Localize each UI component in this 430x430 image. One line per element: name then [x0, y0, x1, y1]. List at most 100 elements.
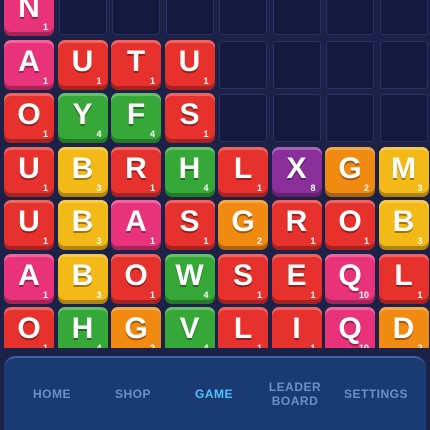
letter-tile[interactable]: H4	[57, 307, 108, 348]
letter-tile[interactable]: R1	[111, 146, 161, 197]
tile-score: 4	[203, 289, 209, 300]
tile-score: 1	[42, 182, 48, 193]
tile-score: 1	[42, 343, 48, 348]
tile-score: 10	[358, 289, 369, 300]
tile-score: 4	[203, 343, 209, 348]
letter-tile[interactable]: S1	[218, 253, 268, 304]
tile-letter: B	[71, 205, 94, 238]
letter-tile[interactable]: A1	[4, 253, 54, 304]
letter-tile[interactable]: A1	[4, 39, 54, 90]
letter-tile[interactable]: U1	[57, 39, 108, 90]
tile-letter: O	[17, 98, 41, 131]
letter-tile[interactable]: A1	[111, 200, 161, 250]
tile-letter: H	[178, 151, 201, 185]
board-cell	[326, 40, 374, 89]
tile-letter: R	[125, 151, 147, 185]
board-cell	[272, 94, 321, 142]
letter-tile[interactable]: F4	[111, 93, 161, 143]
letter-tile[interactable]: Q 10	[325, 307, 375, 348]
tile-score: 1	[203, 236, 209, 246]
letter-tile[interactable]: B3	[57, 200, 108, 250]
tile-score: 4	[203, 182, 209, 193]
letter-tile[interactable]: O1	[4, 307, 54, 348]
letter-tile[interactable]: E1	[271, 253, 322, 304]
letter-tile[interactable]: H4	[164, 146, 215, 197]
letter-tile[interactable]: U1	[4, 200, 54, 250]
tile-letter: S	[179, 205, 200, 238]
letter-tile[interactable]: B3	[378, 200, 429, 250]
tile-score: 1	[42, 129, 48, 139]
tile-letter: S	[232, 258, 253, 292]
nav-tab-settings[interactable]: SETTINGS	[334, 358, 418, 430]
tile-score: 1	[310, 343, 316, 348]
letter-tile[interactable]: S1	[164, 93, 215, 143]
letter-tile[interactable]: G2	[111, 307, 161, 348]
letter-tile[interactable]: R1	[271, 200, 322, 250]
tile-letter: B	[392, 205, 415, 238]
tile-score: 1	[42, 75, 48, 86]
tile-letter: G	[338, 151, 362, 185]
letter-tile[interactable]: O1	[111, 253, 161, 304]
letter-tile[interactable]: L1	[218, 146, 268, 197]
letter-tile[interactable]: V4	[164, 307, 215, 348]
tile-letter: T	[126, 44, 146, 78]
tile-letter: A	[18, 258, 40, 292]
tile-score: 4	[149, 129, 155, 139]
tile-score: 1	[256, 182, 262, 193]
tile-letter: L	[233, 151, 253, 185]
tile-score: 1	[310, 289, 316, 300]
tile-letter: O	[124, 258, 148, 292]
letter-tile[interactable]: O1	[4, 93, 54, 143]
nav-tab-shop[interactable]: SHOP	[91, 358, 175, 430]
letter-tile[interactable]: X8	[271, 146, 322, 197]
letter-tile[interactable]: I1	[271, 307, 322, 348]
letter-tile[interactable]: U1	[164, 39, 215, 90]
tile-letter: R	[285, 205, 308, 238]
tile-letter: D	[392, 312, 415, 345]
tile-score: 4	[96, 343, 102, 348]
board-cell	[379, 0, 428, 35]
tile-score: 1	[310, 236, 316, 246]
tile-score: 1	[149, 182, 155, 193]
tile-letter: A	[18, 44, 40, 78]
board-cell	[219, 40, 267, 89]
tile-score: 3	[417, 182, 423, 193]
letter-tile[interactable]: N1	[4, 0, 54, 36]
tile-letter: U	[18, 151, 40, 185]
tile-letter: A	[125, 205, 147, 238]
tile-letter: S	[179, 98, 200, 131]
letter-tile[interactable]: Q 10	[325, 253, 375, 304]
board-cell	[379, 94, 428, 142]
board-cell	[326, 94, 374, 142]
board-cell	[272, 40, 321, 89]
tile-score: 3	[96, 236, 102, 246]
letter-tile[interactable]: G2	[218, 200, 268, 250]
letter-tile[interactable]: G2	[325, 146, 375, 197]
tile-letter: V	[179, 312, 200, 345]
letter-tile[interactable]: U1	[4, 146, 54, 197]
tile-letter: W	[175, 258, 204, 292]
letter-tile[interactable]: L1	[218, 307, 268, 348]
tile-score: 2	[256, 236, 262, 246]
board-cell	[58, 0, 107, 35]
tile-letter: L	[394, 258, 413, 292]
letter-tile[interactable]: S1	[164, 200, 215, 250]
letter-tile[interactable]: T1	[111, 39, 161, 90]
letter-tile[interactable]: O1	[325, 200, 375, 250]
nav-tab-leader-board[interactable]: LEADER BOARD	[253, 358, 337, 430]
board-cell	[379, 40, 428, 89]
nav-tab-game[interactable]: GAME	[172, 358, 256, 430]
letter-tile[interactable]: B3	[57, 253, 108, 304]
letter-tile[interactable]: W4	[164, 253, 215, 304]
tile-score: 1	[42, 289, 48, 300]
tile-letter: Q	[338, 258, 362, 292]
nav-tab-home[interactable]: HOME	[10, 358, 94, 430]
letter-tile[interactable]: Y4	[57, 93, 108, 143]
board-cell	[165, 0, 214, 35]
board-cell	[219, 0, 267, 35]
letter-tile[interactable]: M3	[378, 146, 429, 197]
letter-tile[interactable]: B3	[57, 146, 108, 197]
letter-tile[interactable]: L1	[378, 253, 429, 304]
bottom-nav-bar: HOME SHOP GAME LEADER BOARD SETTINGS	[4, 356, 426, 430]
letter-tile[interactable]: D2	[378, 307, 429, 348]
